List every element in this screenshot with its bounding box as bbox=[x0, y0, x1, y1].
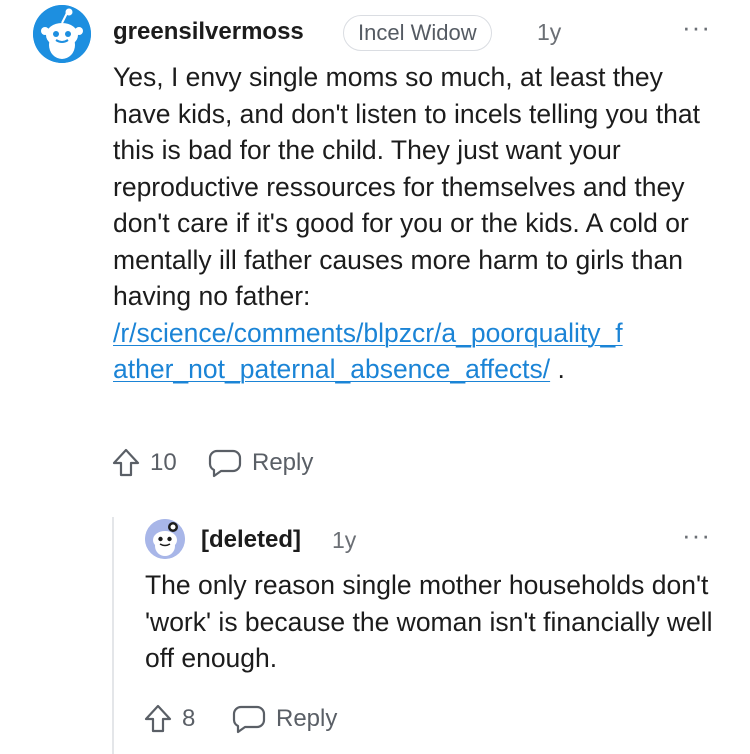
reply-vote-count: 8 bbox=[182, 705, 196, 732]
reply-body: The only reason single mother households… bbox=[145, 570, 713, 673]
more-options-icon[interactable]: ··· bbox=[682, 14, 711, 40]
link-line-2[interactable]: ather_not_paternal_absence_affects/ bbox=[113, 354, 550, 384]
comment-text: Yes, I envy single moms so much, at leas… bbox=[113, 62, 700, 311]
reply-button[interactable]: Reply bbox=[208, 447, 313, 479]
commenter-avatar[interactable] bbox=[33, 5, 91, 63]
reply-reply-button[interactable]: Reply bbox=[232, 703, 337, 735]
vote-count: 10 bbox=[150, 449, 177, 476]
science-post-link[interactable]: /r/science/comments/blpzcr/a_poorquality… bbox=[113, 318, 623, 385]
thread-line[interactable] bbox=[112, 517, 114, 754]
user-flair: Incel Widow bbox=[343, 15, 492, 51]
reply-timestamp: 1y bbox=[332, 527, 357, 553]
more-options-icon[interactable]: ··· bbox=[682, 522, 711, 548]
reply-reply-label: Reply bbox=[276, 705, 338, 732]
reply-upvote-button[interactable]: 8 bbox=[142, 703, 195, 735]
upvote-button[interactable]: 10 bbox=[110, 447, 177, 479]
comment-username[interactable]: greensilvermoss bbox=[113, 18, 304, 46]
upvote-icon bbox=[112, 448, 140, 477]
reply-label: Reply bbox=[252, 449, 314, 476]
trailing-period: . bbox=[557, 354, 565, 384]
comment-timestamp: 1y bbox=[537, 19, 562, 45]
upvote-icon bbox=[144, 704, 172, 733]
reply-bubble-icon bbox=[208, 449, 242, 478]
reddit-snoo-avatar-icon bbox=[33, 5, 91, 63]
reddit-snoo-avatar-icon bbox=[145, 519, 185, 559]
link-line-1[interactable]: /r/science/comments/blpzcr/a_poorquality… bbox=[113, 318, 623, 348]
reply-bubble-icon bbox=[232, 705, 266, 734]
reply-avatar[interactable] bbox=[145, 519, 185, 559]
comment-body: Yes, I envy single moms so much, at leas… bbox=[113, 59, 723, 388]
reply-username[interactable]: [deleted] bbox=[201, 526, 301, 554]
